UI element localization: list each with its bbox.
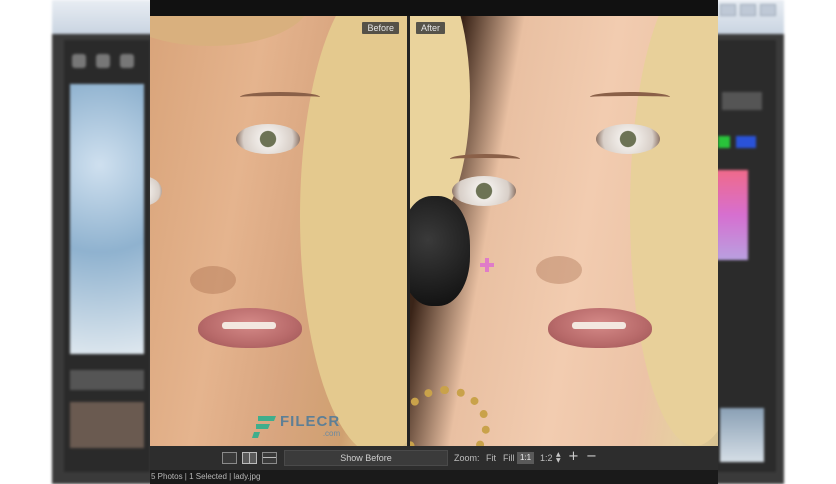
maximize-icon [740,4,756,16]
zoom-out-button[interactable]: − [586,450,597,464]
nose [190,266,236,294]
before-image[interactable]: Before [150,16,407,446]
after-image[interactable]: After [410,16,718,446]
hair [630,16,718,446]
teeth [572,322,626,329]
show-before-button[interactable]: Show Before [284,450,448,466]
viewer-top-bar [150,0,718,16]
split-vertical-icon [249,453,250,463]
minimize-icon [720,4,736,16]
before-label: Before [362,22,399,34]
filecr-logo-icon [252,416,276,438]
single-view-button[interactable] [222,452,237,464]
eyebrow [590,92,670,102]
blue-swatch [736,136,756,148]
thumbnail [720,408,764,462]
left-toolbar-icons [72,54,134,68]
tool-icon [96,54,110,68]
before-after-viewer: Before After FILECR .com Show Before Zoo… [150,0,718,484]
heal-marker-icon[interactable] [480,258,494,272]
hair [150,16,310,46]
eye [150,176,162,206]
eyebrow [450,154,520,164]
green-swatch [718,136,730,148]
status-bar: 5 Photos | 1 Selected | lady.jpg [150,470,718,484]
after-label: After [416,22,446,34]
viewer-toolbar: Show Before Zoom: Fit Fill 1:1 1:2 ▲ ▼ + … [150,446,718,470]
watermark: FILECR .com [252,414,340,440]
zoom-ratio-value[interactable]: 1:2 [540,453,553,463]
color-gradient [716,170,748,260]
necklace [410,386,490,446]
zoom-fit-button[interactable]: Fit [486,453,496,463]
tool-icon [120,54,134,68]
zoom-1-1-button[interactable]: 1:1 [517,452,534,464]
window-controls [720,4,776,16]
zoom-fill-button[interactable]: Fill [503,453,515,463]
close-icon [760,4,776,16]
tool-icon [72,54,86,68]
split-horizontal-icon [263,457,276,458]
navigator-preview [70,84,144,354]
eyebrow [240,92,320,102]
right-panel [714,40,776,472]
eye [236,124,300,154]
zoom-spinner-icon[interactable]: ▲ ▼ [556,452,561,464]
right-panel-button [722,92,762,110]
left-panel-strip [70,370,144,390]
watermark-sub: .com [322,429,341,438]
watermark-name: FILECR [280,413,341,430]
zoom-label: Zoom: [454,453,480,463]
left-panel [64,40,150,472]
thumbnail [70,402,144,448]
black-flower [410,196,470,306]
zoom-in-button[interactable]: + [568,450,579,464]
nose [536,256,582,284]
eye [596,124,660,154]
teeth [222,322,276,329]
eye [452,176,516,206]
hair [300,16,407,446]
top-bottom-view-button[interactable] [262,452,277,464]
side-by-side-view-button[interactable] [242,452,257,464]
